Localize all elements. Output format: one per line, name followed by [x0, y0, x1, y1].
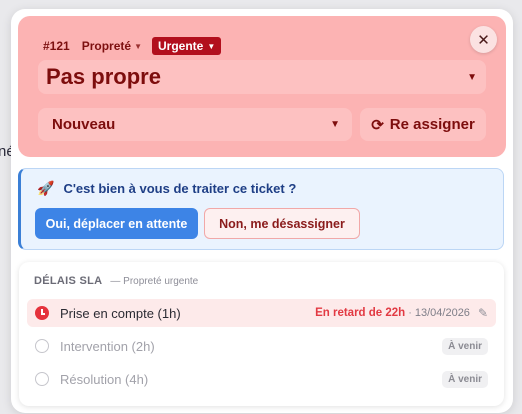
reassign-label: Re assigner: [389, 116, 475, 133]
sla-row: Prise en compte (1h) En retard de 22h · …: [27, 299, 496, 327]
prompt-header: 🚀 C'est bien à vous de traiter ce ticket…: [37, 180, 296, 197]
late-status: En retard de 22h: [315, 307, 406, 319]
sla-row: Résolution (4h) À venir: [27, 365, 496, 393]
sla-date: 13/04/2026: [414, 307, 470, 319]
close-icon: ✕: [477, 31, 490, 49]
priority-label: Urgente: [157, 39, 204, 53]
chevron-down-icon: ▼: [467, 71, 477, 83]
circle-icon: [35, 372, 49, 386]
sla-header: DÉLAIS SLA — Propreté urgente: [34, 275, 198, 287]
ticket-header: #121 Propreté ▼ Urgente ▼ ✕ Pas propre ▼…: [18, 16, 506, 157]
upcoming-badge: À venir: [442, 370, 488, 388]
chevron-down-icon: ▼: [207, 41, 216, 51]
sla-row: Intervention (2h) À venir: [27, 332, 496, 360]
clock-alert-icon: [35, 306, 49, 320]
rocket-icon: 🚀: [37, 180, 55, 196]
status-value: Nouveau: [52, 116, 116, 133]
category-label: Propreté: [81, 39, 132, 53]
ticket-title-select[interactable]: Pas propre ▼: [38, 60, 486, 94]
prompt-question: C'est bien à vous de traiter ce ticket ?: [63, 181, 297, 196]
ticket-number: #121: [43, 39, 70, 53]
chevron-down-icon: ▼: [134, 41, 142, 51]
ticket-panel: #121 Propreté ▼ Urgente ▼ ✕ Pas propre ▼…: [11, 9, 513, 413]
refresh-icon: ⟳: [371, 116, 384, 134]
upcoming-badge: À venir: [442, 337, 488, 355]
sla-subtitle: — Propreté urgente: [110, 276, 199, 287]
separator: ·: [408, 307, 412, 319]
sla-title: DÉLAIS SLA: [34, 275, 103, 287]
close-button[interactable]: ✕: [470, 26, 497, 53]
circle-icon: [35, 339, 49, 353]
priority-dropdown[interactable]: Urgente ▼: [151, 37, 222, 55]
chevron-down-icon: ▼: [330, 119, 340, 130]
sla-section: DÉLAIS SLA — Propreté urgente Prise en c…: [19, 262, 504, 406]
sla-row-label: Résolution (4h): [60, 371, 149, 387]
reassign-button[interactable]: ⟳ Re assigner: [360, 108, 486, 141]
sla-row-label: Intervention (2h): [60, 338, 155, 354]
status-select[interactable]: Nouveau ▼: [38, 108, 352, 141]
unassign-me-button[interactable]: Non, me désassigner: [204, 208, 360, 239]
ticket-meta-row: #121 Propreté ▼ Urgente ▼: [43, 37, 222, 55]
edit-icon[interactable]: ✎: [478, 306, 488, 320]
ticket-title: Pas propre: [46, 64, 161, 89]
assignment-prompt: 🚀 C'est bien à vous de traiter ce ticket…: [18, 168, 504, 250]
category-dropdown[interactable]: Propreté ▼: [82, 39, 142, 53]
confirm-move-to-waiting-button[interactable]: Oui, déplacer en attente: [35, 208, 198, 239]
sla-row-label: Prise en compte (1h): [60, 305, 181, 321]
